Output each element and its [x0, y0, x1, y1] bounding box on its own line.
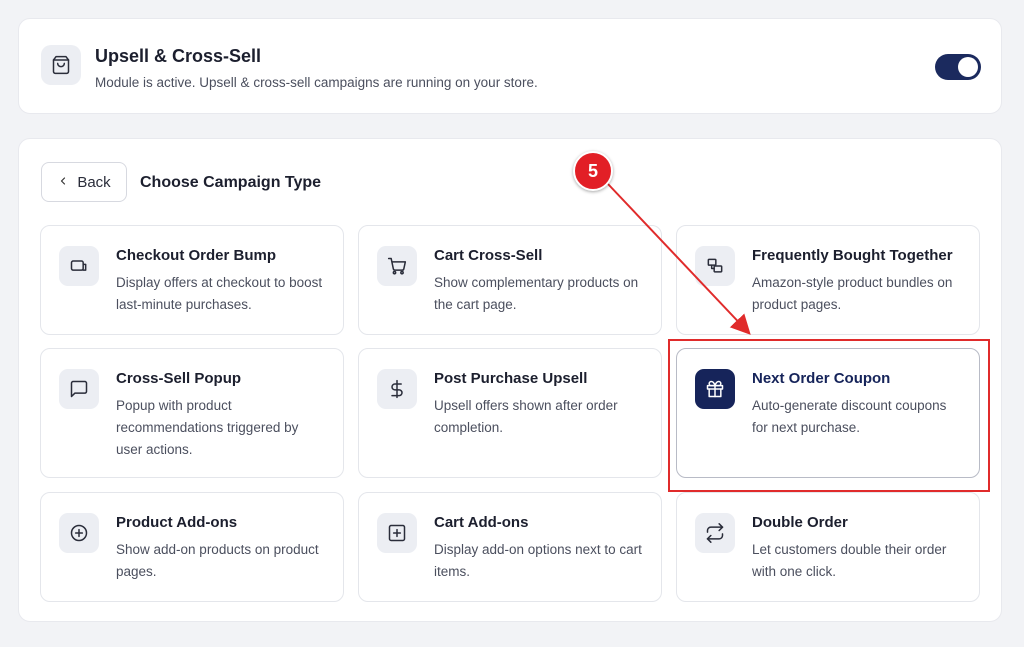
plus-circle-icon: [59, 513, 99, 553]
campaign-description: Upsell offers shown after order completi…: [434, 398, 618, 435]
shopping-bag-icon: [41, 45, 81, 85]
bundle-icon: [695, 246, 735, 286]
campaign-card-product-add-ons[interactable]: Product Add-ons Show add-on products on …: [40, 492, 344, 602]
chat-icon: [59, 369, 99, 409]
page-title: Choose Campaign Type: [140, 174, 322, 191]
repeat-icon: [695, 513, 735, 553]
campaign-description: Amazon-style product bundles on product …: [752, 275, 953, 312]
card-icon: [59, 246, 99, 286]
campaign-type-panel: Back Choose Campaign Type Checkout Order…: [18, 138, 1002, 622]
back-button-label: Back: [77, 173, 111, 191]
campaign-description: Display add-on options next to cart item…: [434, 542, 642, 579]
campaign-description: Popup with product recommendations trigg…: [116, 398, 299, 457]
module-toggle[interactable]: [935, 54, 981, 80]
plus-square-icon: [377, 513, 417, 553]
campaign-card-checkout-order-bump[interactable]: Checkout Order Bump Display offers at ch…: [40, 225, 344, 335]
gift-icon: [695, 369, 735, 409]
annotation-step-badge: 5: [573, 151, 613, 191]
campaign-title: Cross-Sell Popup: [116, 370, 242, 387]
dollar-icon: [377, 369, 417, 409]
module-title: Upsell & Cross-Sell: [95, 46, 262, 66]
campaign-card-cart-add-ons[interactable]: Cart Add-ons Display add-on options next…: [358, 492, 662, 602]
campaign-card-frequently-bought-together[interactable]: Frequently Bought Together Amazon-style …: [676, 225, 980, 335]
campaign-description: Auto-generate discount coupons for next …: [752, 398, 947, 435]
campaign-description: Show complementary products on the cart …: [434, 275, 639, 312]
campaign-card-cross-sell-popup[interactable]: Cross-Sell Popup Popup with product reco…: [40, 348, 344, 478]
campaign-title: Post Purchase Upsell: [434, 370, 588, 387]
campaign-card-cart-cross-sell[interactable]: Cart Cross-Sell Show complementary produ…: [358, 225, 662, 335]
campaign-title: Frequently Bought Together: [752, 247, 953, 264]
cart-icon: [377, 246, 417, 286]
campaign-title: Product Add-ons: [116, 514, 238, 531]
campaign-title: Double Order: [752, 514, 848, 531]
module-card: Upsell & Cross-Sell Module is active. Up…: [18, 18, 1002, 114]
campaign-title: Cart Add-ons: [434, 514, 529, 531]
campaign-card-post-purchase-upsell[interactable]: Post Purchase Upsell Upsell offers shown…: [358, 348, 662, 478]
chevron-left-icon: [57, 174, 69, 190]
campaign-description: Display offers at checkout to boost last…: [116, 275, 323, 312]
campaign-card-double-order[interactable]: Double Order Let customers double their …: [676, 492, 980, 602]
campaign-card-next-order-coupon[interactable]: Next Order Coupon Auto-generate discount…: [676, 348, 980, 478]
toggle-knob: [958, 57, 978, 77]
campaign-title: Cart Cross-Sell: [434, 247, 543, 264]
campaign-description: Let customers double their order with on…: [752, 542, 947, 579]
back-button[interactable]: Back: [41, 162, 127, 202]
module-status-text: Module is active. Upsell & cross-sell ca…: [95, 75, 538, 90]
campaign-title: Next Order Coupon: [752, 370, 891, 387]
campaign-title: Checkout Order Bump: [116, 247, 277, 264]
campaign-description: Show add-on products on product pages.: [116, 542, 319, 579]
